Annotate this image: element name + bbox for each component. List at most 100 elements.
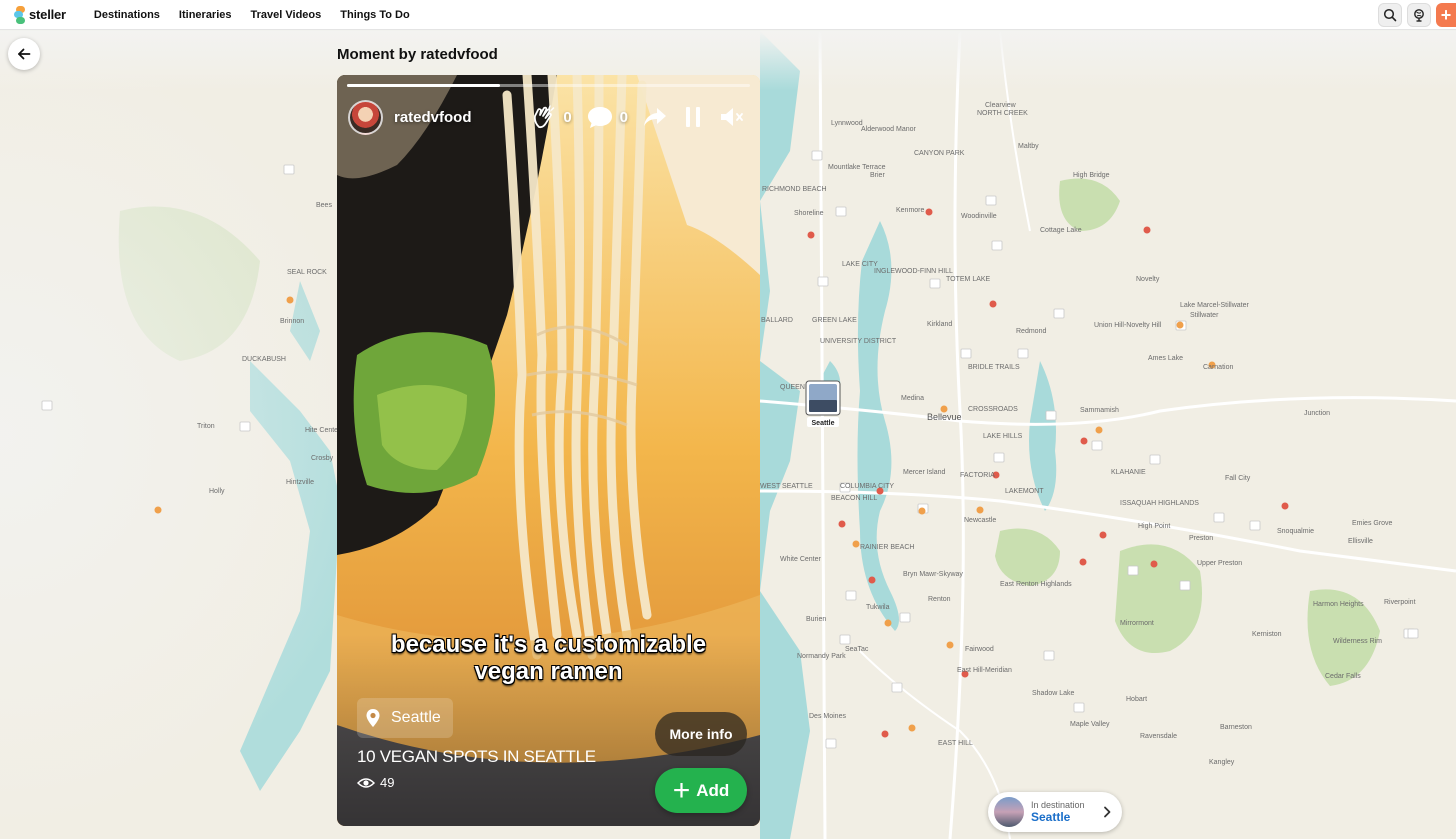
seattle-map-marker[interactable]: Seattle [805, 380, 841, 427]
itinerary-title[interactable]: 10 VEGAN SPOTS IN SEATTLE [357, 747, 596, 767]
svg-text:Hobart: Hobart [1126, 696, 1147, 703]
svg-text:Fairwood: Fairwood [965, 646, 994, 653]
svg-text:Preston: Preston [1189, 535, 1213, 542]
svg-text:Bryn Mawr-Skyway: Bryn Mawr-Skyway [903, 571, 963, 578]
view-count: 49 [357, 775, 394, 790]
chevron-right-icon [1104, 806, 1111, 818]
svg-text:Maple Valley: Maple Valley [1070, 721, 1110, 728]
svg-text:Ames Lake: Ames Lake [1148, 355, 1183, 362]
svg-text:Lynnwood: Lynnwood [831, 120, 863, 127]
svg-text:Shoreline: Shoreline [794, 210, 824, 217]
share-button[interactable] [642, 105, 668, 129]
story-progress-bar [347, 84, 750, 87]
svg-text:Normandy Park: Normandy Park [797, 653, 846, 660]
nav-destinations[interactable]: Destinations [94, 9, 160, 21]
svg-text:East Renton Highlands: East Renton Highlands [1000, 581, 1072, 588]
svg-text:ISSAQUAH HIGHLANDS: ISSAQUAH HIGHLANDS [1120, 500, 1199, 507]
place-chip[interactable]: Seattle [357, 698, 453, 738]
svg-text:Carnation: Carnation [1203, 364, 1233, 371]
svg-text:Mirrormont: Mirrormont [1120, 620, 1154, 627]
more-info-button[interactable]: More info [655, 712, 747, 756]
svg-text:Kangley: Kangley [1209, 759, 1235, 766]
create-plus-button[interactable]: + [1436, 3, 1456, 27]
svg-text:COLUMBIA CITY: COLUMBIA CITY [840, 483, 894, 490]
svg-text:Redmond: Redmond [1016, 328, 1046, 335]
logo[interactable]: steller [14, 5, 66, 24]
svg-text:Wilderness Rim: Wilderness Rim [1333, 638, 1382, 645]
svg-text:Kenmore: Kenmore [896, 207, 925, 214]
comment-count: 0 [619, 108, 628, 126]
mute-button[interactable] [718, 105, 748, 129]
caption-line-1: because it's a customizable [390, 631, 707, 658]
svg-text:SeaTac: SeaTac [845, 646, 869, 653]
steller-logo-icon [14, 5, 25, 24]
svg-text:Clearview: Clearview [985, 102, 1017, 109]
share-arrow-icon [644, 108, 666, 126]
author-name[interactable]: ratedvfood [394, 109, 472, 126]
back-button[interactable] [8, 38, 40, 70]
svg-text:LAKE CITY: LAKE CITY [842, 261, 878, 268]
eye-icon [357, 777, 375, 788]
svg-text:EAST HILL: EAST HILL [938, 740, 973, 747]
add-button[interactable]: + Add [655, 768, 747, 813]
svg-text:Burien: Burien [806, 616, 826, 623]
search-icon [1383, 8, 1397, 22]
pause-button[interactable] [682, 105, 704, 129]
destination-name: Seattle [1031, 810, 1071, 824]
svg-text:RICHMOND BEACH: RICHMOND BEACH [762, 186, 827, 193]
svg-text:CANYON PARK: CANYON PARK [914, 150, 965, 157]
svg-text:Emies Grove: Emies Grove [1352, 520, 1393, 527]
search-button[interactable] [1378, 3, 1402, 27]
nav-travel-videos[interactable]: Travel Videos [251, 9, 322, 21]
svg-text:RAINIER BEACH: RAINIER BEACH [860, 544, 914, 551]
destination-pill[interactable]: In destination Seattle [988, 792, 1122, 832]
comment-button[interactable]: 0 [586, 104, 628, 130]
svg-text:Shadow Lake: Shadow Lake [1032, 690, 1075, 697]
svg-text:INGLEWOOD-FINN HILL: INGLEWOOD-FINN HILL [874, 268, 953, 275]
svg-text:Barneston: Barneston [1220, 724, 1252, 731]
svg-text:Bees: Bees [316, 202, 332, 209]
svg-text:BRIDLE TRAILS: BRIDLE TRAILS [968, 364, 1020, 371]
avatar[interactable] [348, 99, 383, 135]
svg-text:GREEN LAKE: GREEN LAKE [812, 317, 857, 324]
svg-text:Kerniston: Kerniston [1252, 631, 1282, 638]
svg-text:Newcastle: Newcastle [964, 517, 996, 524]
svg-text:Stillwater: Stillwater [1190, 312, 1219, 319]
nav-itineraries[interactable]: Itineraries [179, 9, 232, 21]
svg-text:Harmon Heights: Harmon Heights [1313, 601, 1364, 608]
svg-text:DUCKABUSH: DUCKABUSH [242, 356, 286, 363]
svg-text:Tukwila: Tukwila [866, 604, 890, 611]
globe-button[interactable] [1407, 3, 1431, 27]
svg-text:Alderwood Manor: Alderwood Manor [861, 126, 917, 133]
svg-text:BEACON HILL: BEACON HILL [831, 495, 877, 502]
svg-text:Riverpoint: Riverpoint [1384, 599, 1416, 606]
destination-kicker: In destination [1031, 800, 1085, 810]
story-card[interactable]: ratedvfood 0 0 because it's a customizab… [337, 75, 760, 826]
nav-things-to-do[interactable]: Things To Do [340, 9, 409, 21]
svg-text:Des Moines: Des Moines [809, 713, 846, 720]
page-title: Moment by ratedvfood [337, 46, 498, 63]
svg-text:Bellevue: Bellevue [927, 412, 962, 422]
views-number: 49 [380, 775, 395, 790]
svg-text:Snoqualmie: Snoqualmie [1277, 528, 1314, 535]
svg-text:Triton: Triton [197, 423, 215, 430]
plus-icon: + [672, 773, 691, 807]
clap-count: 0 [563, 108, 572, 126]
clap-button[interactable]: 0 [531, 104, 572, 130]
svg-text:East Hill-Meridian: East Hill-Meridian [957, 667, 1012, 674]
svg-text:Novelty: Novelty [1136, 276, 1160, 283]
svg-text:Mercer Island: Mercer Island [903, 469, 946, 476]
svg-text:Cottage Lake: Cottage Lake [1040, 227, 1082, 234]
story-progress-fill [347, 84, 501, 87]
svg-text:Maltby: Maltby [1018, 143, 1039, 150]
svg-text:LAKE HILLS: LAKE HILLS [983, 433, 1023, 440]
svg-text:UNIVERSITY DISTRICT: UNIVERSITY DISTRICT [820, 338, 897, 345]
svg-text:Sammamish: Sammamish [1080, 407, 1119, 414]
svg-text:Brinnon: Brinnon [280, 318, 304, 325]
svg-text:High Bridge: High Bridge [1073, 172, 1110, 179]
svg-text:Hite Center: Hite Center [305, 427, 341, 434]
svg-text:Ellisville: Ellisville [1348, 538, 1373, 545]
svg-text:Upper Preston: Upper Preston [1197, 560, 1242, 567]
svg-text:Medina: Medina [901, 395, 924, 402]
svg-text:Renton: Renton [928, 596, 951, 603]
